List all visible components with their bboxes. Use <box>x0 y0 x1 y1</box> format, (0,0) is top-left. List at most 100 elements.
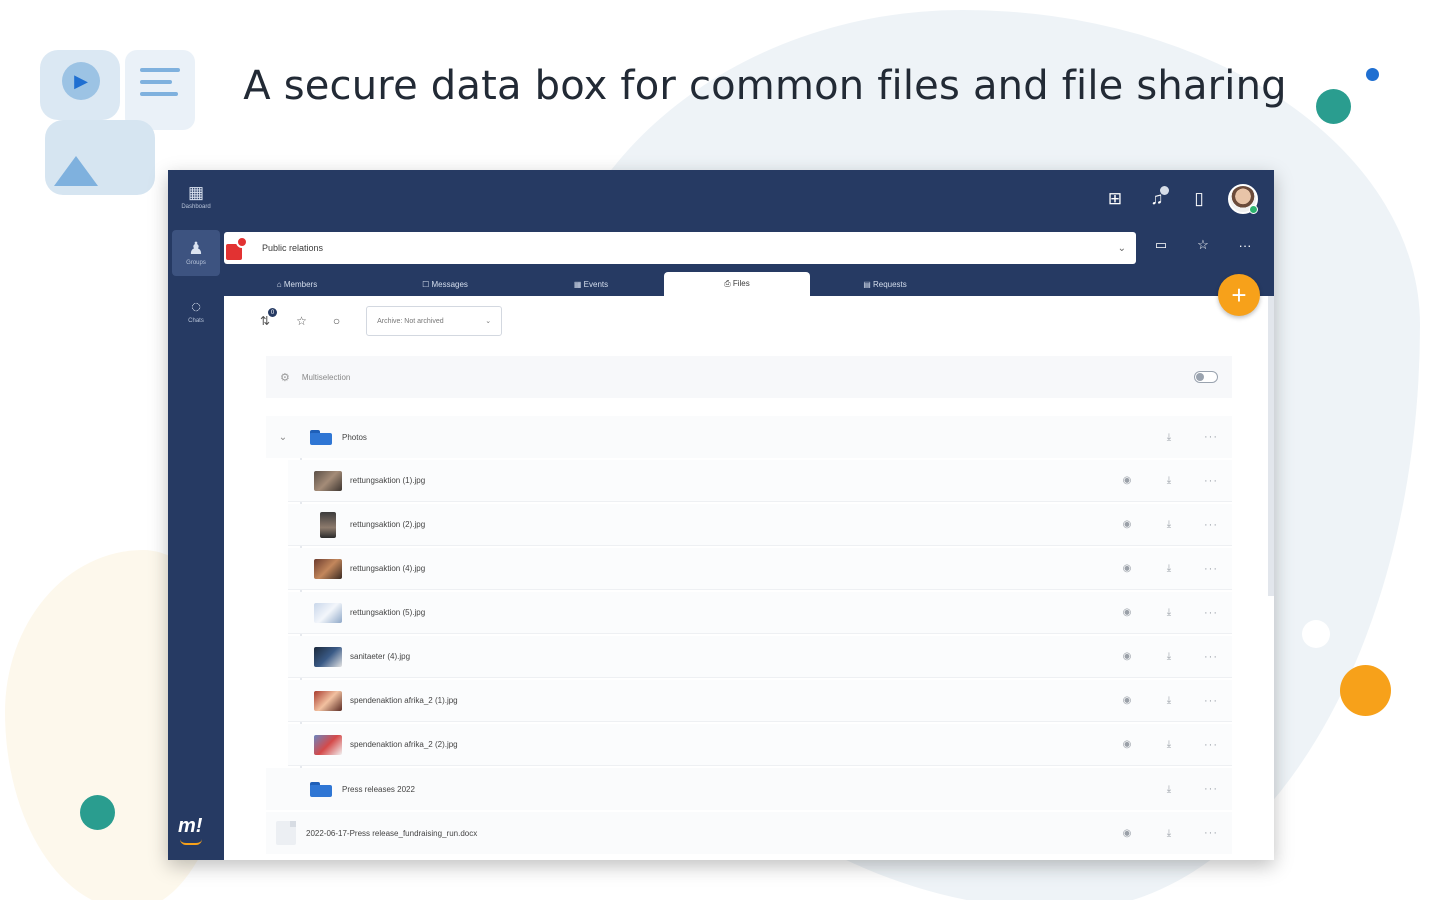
files-toolbar: ⇅ 0 ☆ ○ Archive: Not archived ⌄ <box>260 306 503 336</box>
download-icon[interactable]: ⤓ <box>1148 519 1190 530</box>
chats-icon: ◌ <box>190 297 202 316</box>
video-icon[interactable]: ▭ <box>1152 236 1170 254</box>
tab-requests[interactable]: ▤ Requests <box>812 272 958 296</box>
eye-icon[interactable]: ◉ <box>1106 607 1148 618</box>
folder-row[interactable]: ⌄ Photos ⤓ ··· <box>266 416 1232 458</box>
eye-icon[interactable]: ◉ <box>1106 519 1148 530</box>
file-row[interactable]: 2022-06-17-Press release_fundraising_run… <box>266 812 1232 854</box>
multiselection-toggle[interactable] <box>1194 371 1218 383</box>
file-name: spendenaktion afrika_2 (2).jpg <box>350 740 458 749</box>
file-name: rettungsaktion (4).jpg <box>350 564 426 573</box>
filter-icon[interactable]: ⇅ 0 <box>260 308 278 328</box>
filter-count-badge: 0 <box>268 308 278 317</box>
image-thumbnail <box>320 511 336 538</box>
file-name: rettungsaktion (2).jpg <box>350 520 426 529</box>
rail-item-chats[interactable]: ◌ Chats <box>172 288 220 334</box>
archive-filter-select[interactable]: Archive: Not archived ⌄ <box>366 306 503 336</box>
more-icon[interactable]: ··· <box>1236 236 1254 254</box>
file-row[interactable]: rettungsaktion (4).jpg ◉ ⤓ ··· <box>288 548 1232 590</box>
more-icon[interactable]: ··· <box>1190 739 1232 751</box>
plus-icon: + <box>1231 279 1247 310</box>
rail-label: Groups <box>186 260 206 266</box>
more-icon[interactable]: ··· <box>1190 827 1232 839</box>
tab-members[interactable]: ⌂ Members <box>224 272 370 296</box>
download-icon[interactable]: ⤓ <box>1148 739 1190 750</box>
search-icon[interactable]: ○ <box>333 314 340 328</box>
dashboard-icon: ▦ <box>187 183 205 202</box>
file-row[interactable]: rettungsaktion (2).jpg ◉ ⤓ ··· <box>288 504 1232 546</box>
chevron-down-icon[interactable]: ⌄ <box>266 432 300 443</box>
more-icon[interactable]: ··· <box>1190 563 1232 575</box>
eye-icon[interactable]: ◉ <box>1106 739 1148 750</box>
tab-events[interactable]: ▦ Events <box>518 272 664 296</box>
download-icon[interactable]: ⤓ <box>1148 651 1190 662</box>
more-icon[interactable]: ··· <box>1190 695 1232 707</box>
folder-row[interactable]: Press releases 2022 ⤓ ··· <box>266 768 1232 810</box>
group-logo <box>226 234 254 262</box>
file-row[interactable]: rettungsaktion (1).jpg ◉ ⤓ ··· <box>288 460 1232 502</box>
tab-messages[interactable]: ☐ Messages <box>372 272 518 296</box>
eye-icon[interactable]: ◉ <box>1106 563 1148 574</box>
more-icon[interactable]: ··· <box>1190 607 1232 619</box>
file-name: sanitaeter (4).jpg <box>350 652 411 661</box>
rail-label: Chats <box>188 318 204 324</box>
file-name: rettungsaktion (5).jpg <box>350 608 426 617</box>
add-button[interactable]: + <box>1218 274 1260 316</box>
file-name: spendenaktion afrika_2 (1).jpg <box>350 696 458 705</box>
download-icon[interactable]: ⤓ <box>1148 828 1190 839</box>
nav-rail: ▦ Dashboard ♟ Groups ◌ Chats m! <box>168 170 222 860</box>
image-thumbnail <box>314 734 342 755</box>
eye-icon[interactable]: ◉ <box>1106 475 1148 486</box>
multiselection-bar: ⚙ Multiselection <box>266 356 1232 398</box>
download-icon[interactable]: ⤓ <box>1148 695 1190 706</box>
clipboard-icon[interactable]: ▯ <box>1186 186 1212 212</box>
tab-files[interactable]: ⎙ Files <box>664 272 810 296</box>
image-thumbnail <box>314 690 342 711</box>
more-icon[interactable]: ··· <box>1190 431 1232 443</box>
files-panel: ⇅ 0 ☆ ○ Archive: Not archived ⌄ ⚙ Multise… <box>224 296 1274 860</box>
chevron-down-icon: ⌄ <box>1117 242 1126 254</box>
folder-name: Press releases 2022 <box>342 784 415 794</box>
file-row[interactable]: rettungsaktion (5).jpg ◉ ⤓ ··· <box>288 592 1232 634</box>
group-name: Public relations <box>262 243 324 253</box>
document-icon <box>276 821 296 845</box>
file-row[interactable]: spendenaktion afrika_2 (1).jpg ◉ ⤓ ··· <box>288 680 1232 722</box>
download-icon[interactable]: ⤓ <box>1148 563 1190 574</box>
group-selector[interactable]: Public relations ⌄ <box>224 232 1136 264</box>
app-window: ▦ Dashboard ♟ Groups ◌ Chats m! ⊞ ♫ ▯ Pu… <box>168 170 1274 860</box>
apps-icon[interactable]: ⊞ <box>1102 186 1128 212</box>
star-icon[interactable]: ☆ <box>296 314 307 328</box>
more-icon[interactable]: ··· <box>1190 519 1232 531</box>
eye-icon[interactable]: ◉ <box>1106 828 1148 839</box>
image-thumbnail <box>314 646 342 667</box>
more-icon[interactable]: ··· <box>1190 783 1232 795</box>
file-row[interactable]: spendenaktion afrika_2 (2).jpg ◉ ⤓ ··· <box>288 724 1232 766</box>
eye-icon[interactable]: ◉ <box>1106 695 1148 706</box>
more-icon[interactable]: ··· <box>1190 475 1232 487</box>
scrollbar[interactable] <box>1268 296 1274 596</box>
download-icon[interactable]: ⤓ <box>1148 784 1190 795</box>
file-row[interactable]: sanitaeter (4).jpg ◉ ⤓ ··· <box>288 636 1232 678</box>
more-icon[interactable]: ··· <box>1190 651 1232 663</box>
star-icon[interactable]: ☆ <box>1194 236 1212 254</box>
eye-icon[interactable]: ◉ <box>1106 651 1148 662</box>
decor-dot <box>80 795 115 830</box>
image-thumbnail <box>314 470 342 491</box>
rail-item-groups[interactable]: ♟ Groups <box>172 230 220 276</box>
image-thumbnail <box>314 602 342 623</box>
download-icon[interactable]: ⤓ <box>1148 475 1190 486</box>
rail-label: Dashboard <box>181 204 211 210</box>
archive-filter-value: Archive: Not archived <box>377 317 444 325</box>
rail-item-dashboard[interactable]: ▦ Dashboard <box>172 174 220 220</box>
tab-bar: ⌂ Members ☐ Messages ▦ Events ⎙ Files ▤ … <box>224 272 1274 296</box>
promo-stage: ▶ A secure data box for common files and… <box>0 0 1440 900</box>
headline: A secure data box for common files and f… <box>243 63 1287 109</box>
file-name: rettungsaktion (1).jpg <box>350 476 426 485</box>
download-icon[interactable]: ⤓ <box>1148 432 1190 443</box>
image-icon <box>54 156 98 186</box>
groups-icon: ♟ <box>188 239 204 258</box>
avatar[interactable] <box>1228 184 1258 214</box>
multiselection-label: Multiselection <box>301 372 351 382</box>
download-icon[interactable]: ⤓ <box>1148 607 1190 618</box>
bell-icon[interactable]: ♫ <box>1144 186 1170 212</box>
